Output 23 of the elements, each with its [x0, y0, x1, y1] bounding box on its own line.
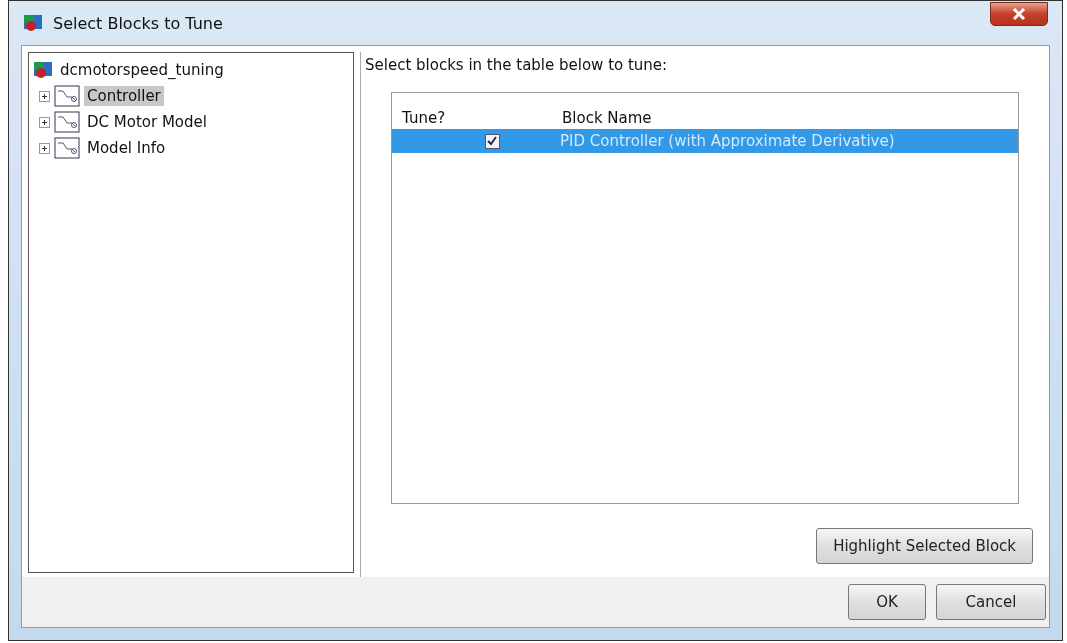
close-button[interactable]: [990, 2, 1048, 26]
column-header[interactable]: Tune?: [392, 109, 552, 127]
tree-item[interactable]: Model Info: [84, 138, 169, 158]
expand-icon[interactable]: [39, 142, 50, 154]
tree-item[interactable]: DC Motor Model: [84, 112, 210, 132]
highlight-button[interactable]: Highlight Selected Block: [816, 528, 1033, 564]
dialog-button[interactable]: OK: [848, 584, 926, 620]
table-cell: PID Controller (with Approximate Derivative): [560, 132, 895, 150]
tree-item[interactable]: Controller: [84, 86, 164, 106]
instruction-text: Select blocks in the table below to tune:: [365, 55, 669, 76]
checkbox[interactable]: [484, 133, 500, 149]
column-header[interactable]: Block Name: [552, 109, 652, 127]
expand-icon[interactable]: [39, 90, 50, 102]
window-title: Select Blocks to Tune: [53, 13, 224, 33]
expand-icon[interactable]: [39, 116, 50, 128]
dialog-button[interactable]: Cancel: [936, 584, 1046, 620]
close-icon: [1012, 8, 1026, 20]
model-icon: [23, 13, 43, 33]
model-icon: [33, 60, 53, 80]
tree-item[interactable]: dcmotorspeed_tuning: [57, 60, 227, 80]
subsystem-icon: [54, 111, 80, 133]
subsystem-icon: [54, 85, 80, 107]
subsystem-icon: [54, 137, 80, 159]
